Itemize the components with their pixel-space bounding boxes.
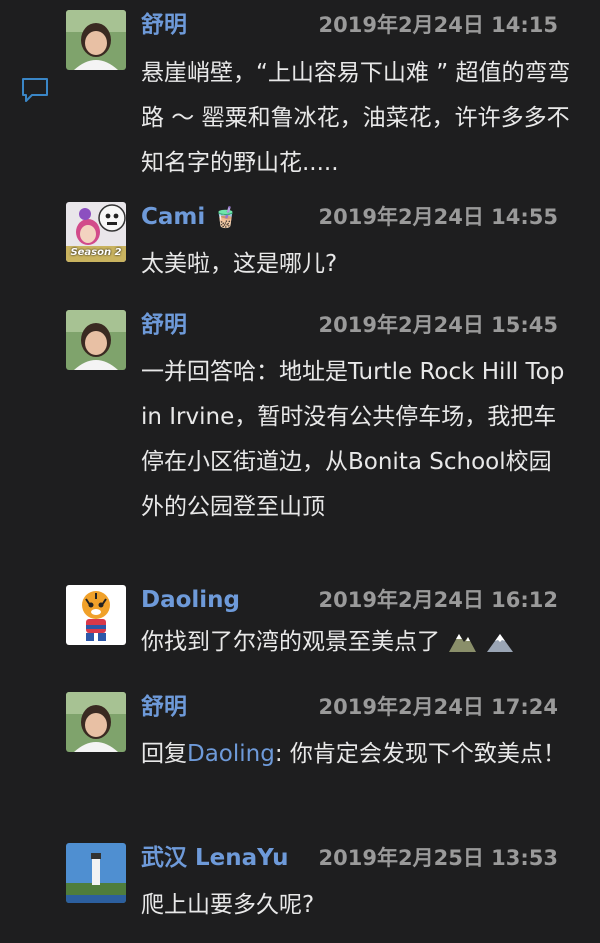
comment-text-content: : 你肯定会发现下个致美点！ [274, 741, 566, 767]
avatar[interactable] [66, 585, 126, 645]
comment-text: 太美啦，这是哪儿? [141, 251, 338, 277]
comment-text: 爬上山要多久呢? [141, 892, 315, 918]
avatar-caption: Season 2 [70, 247, 122, 258]
reply-mention-link[interactable]: Daoling [187, 741, 275, 767]
comment-text-content: 你找到了尔湾的观景至美点了 [141, 629, 440, 655]
mountain-icon [449, 634, 477, 652]
comment-author[interactable]: Cami 🧋 [141, 202, 238, 232]
comment-author[interactable]: 舒明 [141, 692, 187, 722]
comment-text: 回复Daoling: 你肯定会发现下个致美点！ [141, 732, 571, 777]
bubble-tea-icon: 🧋 [213, 205, 239, 229]
comment-author[interactable]: 舒明 [141, 10, 187, 40]
comment-time: 2019年2月24日 17:24 [318, 695, 558, 719]
comment-author[interactable]: Daoling [141, 585, 240, 615]
comment-text: 一并回答哈：地址是Turtle Rock Hill Top in Irvine，… [141, 359, 565, 520]
avatar[interactable] [66, 692, 126, 752]
comment-time: 2019年2月25日 13:53 [318, 846, 558, 870]
comment-author[interactable]: 舒明 [141, 310, 187, 340]
snow-mountain-icon [486, 634, 513, 652]
reply-prefix: 回复 [141, 741, 187, 767]
comment-time: 2019年2月24日 15:45 [318, 313, 558, 337]
avatar[interactable] [66, 310, 126, 370]
comment-author[interactable]: 武汉 LenaYu [141, 843, 289, 873]
author-name[interactable]: Cami [141, 204, 205, 230]
comment-icon[interactable] [20, 76, 50, 104]
comment-time: 2019年2月24日 14:15 [318, 13, 558, 37]
comment-text: 你找到了尔湾的观景至美点了 [141, 620, 571, 665]
comment-time: 2019年2月24日 14:55 [318, 205, 558, 229]
comment-text: 悬崖峭壁，“上山容易下山难 ” 超值的弯弯路 ～ 罂粟和鲁冰花，油菜花，许许多多… [141, 60, 571, 176]
avatar[interactable] [66, 10, 126, 70]
avatar[interactable] [66, 843, 126, 903]
comment-time: 2019年2月24日 16:12 [318, 588, 558, 612]
